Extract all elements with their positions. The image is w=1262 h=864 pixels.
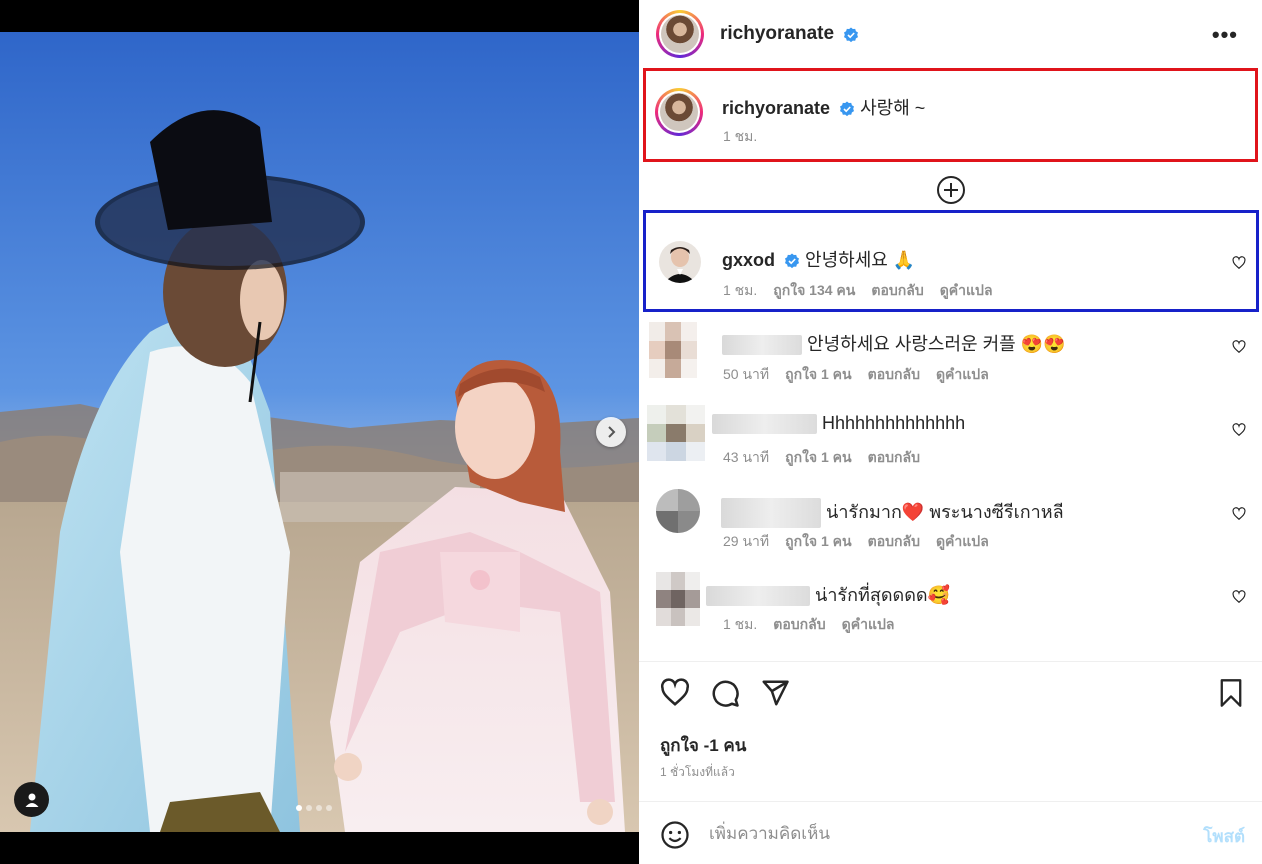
comment-row: 안녕하세요 사랑스러운 커플 😍😍 50 นาที ถูกใจ 1 คน ตอบ… [639, 322, 1262, 382]
comment-likes[interactable]: ถูกใจ 1 คน [785, 364, 852, 386]
comment-time: 1 ชม. [723, 282, 758, 298]
hidden-username [721, 498, 821, 529]
post-time[interactable]: 1 ชั่วโมงที่แล้ว [660, 763, 735, 782]
comment-text: น่ารักมาก❤️ พระนางซีรีเกาหลี [826, 502, 1064, 522]
comment-text-line: 안녕하세요 사랑스러운 커플 😍😍 [722, 330, 1066, 356]
caption-meta: 1 ชม. [723, 126, 757, 148]
comment-text: 안녕하세요 🙏 [805, 250, 916, 270]
hidden-username [706, 586, 810, 607]
comment-username[interactable]: gxxod [722, 250, 775, 270]
comment-time: 43 นาที [723, 449, 770, 465]
hidden-username [712, 414, 817, 435]
comment-likes[interactable]: ถูกใจ 1 คน [785, 447, 852, 469]
heart-icon[interactable] [1232, 256, 1246, 270]
divider [639, 661, 1262, 662]
post-detail-panel: richyoranate ••• richyoranate 사랑해 ~ 1 ชม… [639, 0, 1262, 864]
post-header: richyoranate ••• [639, 0, 1262, 68]
author-username[interactable]: richyoranate [720, 23, 834, 44]
caption-row: richyoranate 사랑해 ~ 1 ชม. [639, 86, 1262, 146]
emoji-icon[interactable] [660, 820, 690, 850]
comment-row: Hhhhhhhhhhhhhh 43 นาที ถูกใจ 1 คน ตอบกลั… [639, 405, 1262, 465]
comment-meta: 43 นาที ถูกใจ 1 คน ตอบกลับ [723, 447, 920, 469]
reply-button[interactable]: ตอบกลับ [868, 531, 920, 553]
comment-time: 50 นาที [723, 366, 770, 382]
author-avatar[interactable] [656, 10, 704, 58]
comment-row: น่ารักที่สุดดดด🥰 1 ชม. ตอบกลับ ดูคำแปล [639, 572, 1262, 632]
comment-row: gxxod 안녕하세요 🙏 1 ชม. ถูกใจ 134 คน ตอบกลับ… [639, 238, 1262, 298]
comment-meta: 1 ชม. ตอบกลับ ดูคำแปล [723, 614, 894, 636]
comment-text-line: Hhhhhhhhhhhhhh [712, 413, 966, 435]
caption-username[interactable]: richyoranate [722, 98, 830, 118]
hidden-username [722, 335, 802, 356]
caption-avatar[interactable] [655, 88, 703, 136]
comment-text-line: น่ารักมาก❤️ พระนางซีรีเกาหลี [721, 497, 1064, 529]
action-bar [639, 676, 1262, 716]
tagged-users-button[interactable] [14, 782, 49, 817]
comment-likes[interactable]: ถูกใจ 134 คน [773, 280, 855, 302]
comment-text: น่ารักที่สุดดดด🥰 [815, 585, 951, 605]
verified-badge-icon [840, 101, 855, 117]
photo-illustration [0, 32, 639, 832]
reply-button[interactable]: ตอบกลับ [871, 280, 923, 302]
comment-time: 29 นาที [723, 533, 770, 549]
share-icon[interactable] [760, 678, 790, 708]
comment-time: 1 ชม. [723, 616, 758, 632]
comment-meta: 29 นาที ถูกใจ 1 คน ตอบกลับ ดูคำแปล [723, 531, 989, 553]
commenter-avatar[interactable] [659, 241, 701, 283]
translate-button[interactable]: ดูคำแปล [940, 280, 993, 302]
commenter-avatar[interactable] [649, 322, 697, 378]
commenter-avatar[interactable] [647, 405, 705, 461]
more-options-icon[interactable]: ••• [1212, 22, 1238, 48]
carousel-dot [306, 805, 312, 811]
comment-meta: 1 ชม. ถูกใจ 134 คน ตอบกลับ ดูคำแปล [723, 280, 993, 302]
heart-icon[interactable] [1232, 590, 1246, 604]
user-tag-icon [25, 793, 38, 807]
verified-badge-icon [844, 27, 859, 42]
next-slide-button[interactable] [596, 417, 626, 447]
comment-composer: โพสต์ [639, 802, 1262, 864]
bookmark-icon[interactable] [1217, 678, 1245, 708]
heart-icon[interactable] [1232, 423, 1246, 437]
comment-icon[interactable] [710, 678, 740, 708]
reply-button[interactable]: ตอบกลับ [868, 447, 920, 469]
post-photo[interactable] [0, 32, 639, 832]
translate-button[interactable]: ดูคำแปล [936, 531, 989, 553]
translate-button[interactable]: ดูคำแปล [936, 364, 989, 386]
caption-text: 사랑해 ~ [860, 98, 926, 118]
carousel-indicator [296, 805, 332, 811]
reply-button[interactable]: ตอบกลับ [868, 364, 920, 386]
caption-text-line: richyoranate 사랑해 ~ [722, 94, 925, 120]
caption-time: 1 ชม. [723, 128, 758, 144]
post-button[interactable]: โพสต์ [1203, 823, 1245, 850]
heart-icon[interactable] [660, 678, 690, 708]
heart-icon[interactable] [1232, 340, 1246, 354]
translate-button[interactable]: ดูคำแปล [842, 614, 895, 636]
post-media [0, 0, 639, 864]
commenter-avatar[interactable] [656, 572, 700, 626]
plus-circle-icon[interactable] [936, 175, 966, 205]
comment-text: Hhhhhhhhhhhhhh [822, 413, 966, 433]
carousel-dot [316, 805, 322, 811]
comment-text-line: น่ารักที่สุดดดด🥰 [706, 580, 950, 609]
comment-likes[interactable]: ถูกใจ 1 คน [785, 531, 852, 553]
comment-text-line: gxxod 안녕하세요 🙏 [722, 246, 915, 272]
comment-meta: 50 นาที ถูกใจ 1 คน ตอบกลับ ดูคำแปล [723, 364, 989, 386]
heart-icon[interactable] [1232, 507, 1246, 521]
commenter-avatar[interactable] [656, 489, 700, 533]
carousel-dot [296, 805, 302, 811]
author-username-link[interactable]: richyoranate [720, 23, 859, 45]
reply-button[interactable]: ตอบกลับ [773, 614, 825, 636]
chevron-right-icon [608, 426, 616, 438]
carousel-dot [326, 805, 332, 811]
comment-row: น่ารักมาก❤️ พระนางซีรีเกาหลี 29 นาที ถูก… [639, 489, 1262, 549]
comment-input[interactable] [709, 820, 1169, 848]
verified-badge-icon [785, 253, 800, 269]
comment-text: 안녕하세요 사랑스러운 커플 😍😍 [807, 334, 1066, 354]
like-count[interactable]: ถูกใจ -1 คน [660, 732, 746, 759]
